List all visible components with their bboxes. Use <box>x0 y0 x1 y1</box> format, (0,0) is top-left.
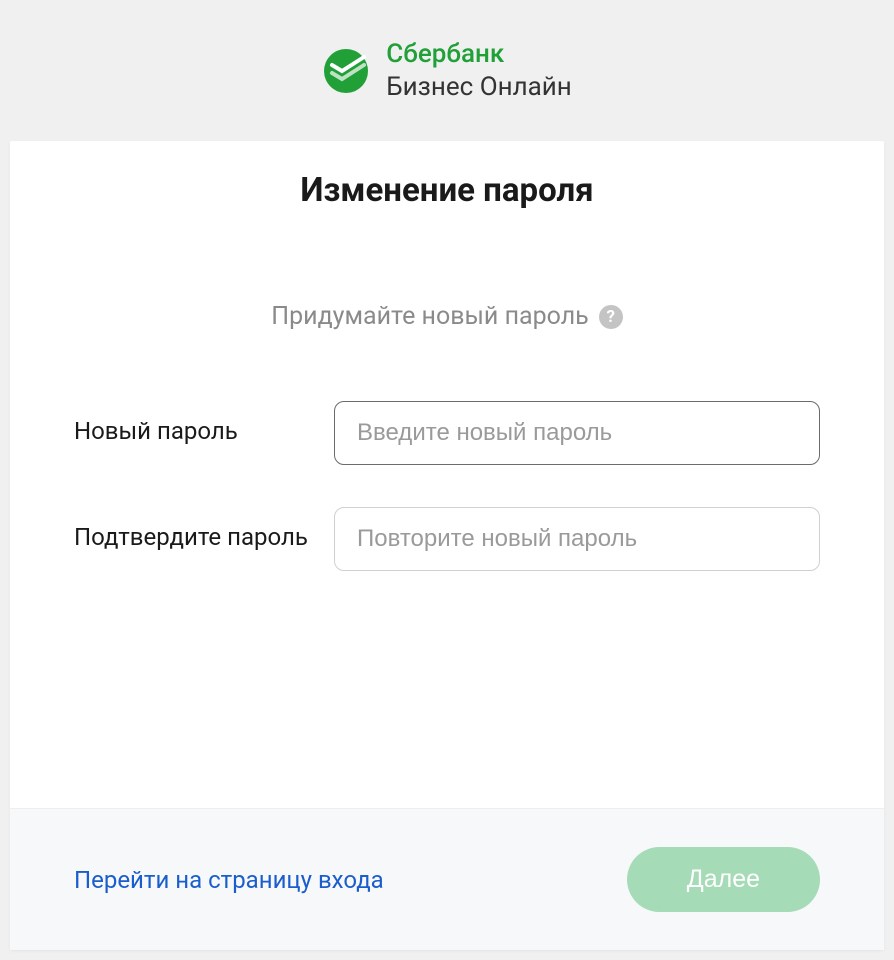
back-to-login-link[interactable]: Перейти на страницу входа <box>74 866 384 894</box>
password-change-card: Изменение пароля Придумайте новый пароль… <box>10 141 884 950</box>
card-body: Изменение пароля Придумайте новый пароль… <box>10 141 884 808</box>
brand-line1: Сбербанк <box>386 38 572 71</box>
page-title: Изменение пароля <box>74 171 820 210</box>
confirm-password-label: Подтвердите пароль <box>74 507 334 553</box>
new-password-input[interactable] <box>334 401 820 465</box>
brand-text: Сбербанк Бизнес Онлайн <box>386 38 572 103</box>
help-icon[interactable]: ? <box>599 305 623 329</box>
next-button[interactable]: Далее <box>627 847 820 912</box>
new-password-label: Новый пароль <box>74 401 334 447</box>
hint-text: Придумайте новый пароль <box>271 302 588 331</box>
confirm-password-input[interactable] <box>334 507 820 571</box>
card-footer: Перейти на страницу входа Далее <box>10 808 884 950</box>
hint-row: Придумайте новый пароль ? <box>74 302 820 331</box>
new-password-row: Новый пароль <box>74 401 820 465</box>
brand-line2: Бизнес Онлайн <box>386 71 572 104</box>
sberbank-logo-icon <box>322 47 370 95</box>
app-header: Сбербанк Бизнес Онлайн <box>0 0 894 141</box>
confirm-password-row: Подтвердите пароль <box>74 507 820 571</box>
